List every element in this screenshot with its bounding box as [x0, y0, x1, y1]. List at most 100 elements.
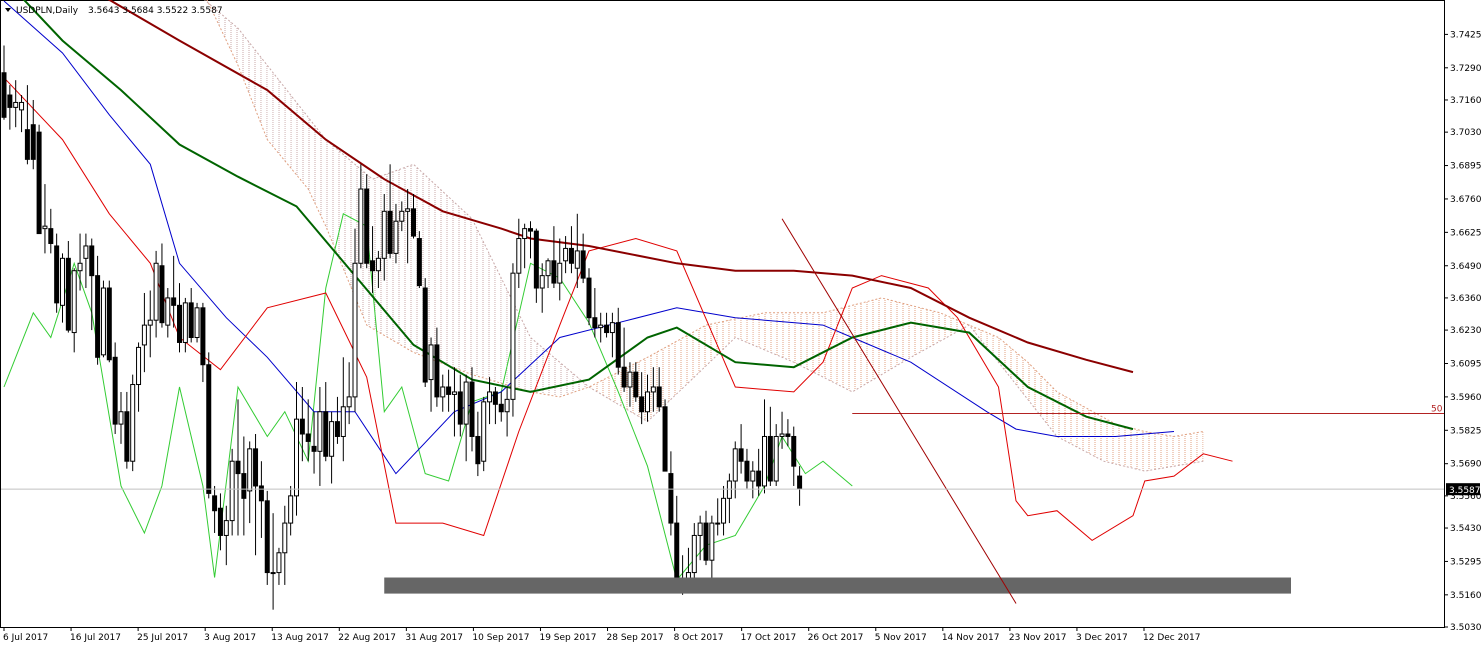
candle-body-bear — [703, 522, 709, 561]
candle-body-bear — [416, 238, 422, 287]
candle-body-bull — [136, 346, 142, 386]
candle-body-bear — [621, 366, 627, 388]
candle-body-bear — [469, 381, 475, 437]
candle-body-bull — [598, 324, 604, 329]
x-tick-label: 8 Oct 2017 — [674, 633, 724, 643]
symbol-label: USDPLN,Daily — [16, 6, 79, 16]
candle-body-bull — [358, 188, 364, 264]
candle-body-bear — [592, 317, 598, 329]
candle-body-bear — [791, 435, 797, 467]
candle-body-bull — [650, 386, 656, 393]
kumo-segment — [267, 65, 274, 147]
kumo-segment — [1045, 380, 1052, 430]
y-tick-label: 3.5825 — [1450, 426, 1482, 436]
y-tick-label: 3.5690 — [1450, 460, 1482, 470]
kumo-segment — [1086, 408, 1093, 456]
candle-body-bear — [533, 230, 539, 289]
candle-body-bear — [615, 322, 621, 368]
y-tick-label: 3.5960 — [1450, 393, 1482, 403]
candle-body-bear — [639, 396, 645, 413]
candle-body-bear — [604, 324, 610, 334]
y-tick-label: 3.7290 — [1450, 64, 1482, 74]
price-chart[interactable]: 3.7425 3.7290 3.7160 3.7030 3.6895 3.6760 3.66… — [0, 0, 1482, 648]
time-axis: 6 Jul 2017 16 Jul 2017 25 Jul 2017 3 Aug 20… — [3, 627, 1201, 643]
kumo-segment — [945, 315, 952, 339]
kumo-segment — [442, 191, 449, 366]
candle-body-bear — [756, 470, 762, 487]
kumo-segment — [916, 306, 923, 355]
y-tick-label: 3.6230 — [1450, 326, 1482, 336]
kumo-segment — [1185, 433, 1192, 465]
candle-body-bear — [387, 210, 393, 254]
kumo-segment — [1156, 433, 1163, 470]
y-tick-label: 3.6490 — [1450, 262, 1482, 272]
kumo-segment — [325, 139, 332, 241]
candle-body-bear — [7, 94, 13, 108]
kumo-segment — [1109, 420, 1116, 465]
kumo-segment — [881, 297, 888, 375]
kumo-segment — [1162, 434, 1169, 469]
kumo-segment — [782, 312, 788, 360]
candle-body-bull — [691, 534, 697, 574]
kumo-segment — [1138, 430, 1145, 472]
kumo-segment — [670, 341, 677, 400]
candle-body-bull — [773, 435, 779, 482]
kumo-segment — [606, 375, 613, 401]
y-tick-label: 3.6095 — [1450, 359, 1482, 369]
candle-body-bull — [563, 247, 569, 262]
kumo-segment — [1103, 417, 1110, 463]
candle — [194, 302, 200, 343]
candle-body-bear — [235, 460, 241, 475]
candle-body-bull — [247, 448, 253, 492]
current-price-value: 3.5587 — [1449, 486, 1481, 496]
x-tick-label: 10 Sep 2017 — [472, 633, 529, 643]
candle-body-bear — [65, 257, 71, 331]
candle-body-bear — [656, 386, 662, 408]
kumo-segment — [1062, 395, 1069, 443]
kumo-segment — [928, 309, 935, 348]
y-tick-label: 3.6625 — [1450, 228, 1482, 238]
candle-body-bear — [334, 421, 340, 437]
candle-body-bull — [60, 257, 65, 306]
candle — [130, 374, 136, 472]
kumo-segment — [1057, 391, 1063, 440]
candle — [510, 263, 516, 417]
kumo-segment — [559, 362, 566, 397]
kumo-segment — [331, 144, 338, 255]
candle — [416, 231, 422, 289]
kumo-segment — [846, 305, 853, 392]
kumo-segment — [273, 72, 279, 154]
kumo-segment — [852, 303, 859, 392]
candle-body-bull — [779, 433, 785, 437]
kumo-segment — [1080, 404, 1087, 452]
candle-body-bear — [54, 245, 60, 304]
candle — [662, 399, 668, 472]
candle-body-bear — [528, 228, 533, 232]
candle-body-bull — [516, 238, 522, 274]
kumo-segment — [1150, 432, 1157, 471]
kumo-segment — [553, 357, 560, 397]
kumo-segment — [483, 242, 490, 380]
candle-body-bear — [323, 411, 329, 457]
y-tick-label: 3.5430 — [1450, 524, 1482, 534]
x-tick-label: 13 Aug 2017 — [271, 633, 329, 643]
kumo-segment — [489, 254, 496, 382]
kumo-segment — [899, 302, 905, 365]
candle-body-bear — [767, 435, 773, 482]
kumo-segment — [1051, 386, 1057, 437]
candle-body-bear — [177, 304, 182, 343]
kumo-segment — [893, 300, 900, 368]
candle-body-bear — [475, 435, 481, 465]
candle-body-bull — [276, 552, 282, 574]
candle-body-bull — [539, 275, 545, 289]
candle-body-bear — [662, 406, 668, 472]
candle-body-bear — [299, 418, 305, 435]
candle-body-bull — [504, 398, 510, 413]
candle — [100, 280, 106, 358]
candle-body-bull — [340, 406, 346, 437]
kumo-segment — [904, 303, 911, 361]
candle — [206, 352, 212, 499]
candle-body-bear — [434, 344, 440, 398]
candle-body-bear — [112, 356, 118, 425]
candle-body-bear — [24, 129, 30, 160]
